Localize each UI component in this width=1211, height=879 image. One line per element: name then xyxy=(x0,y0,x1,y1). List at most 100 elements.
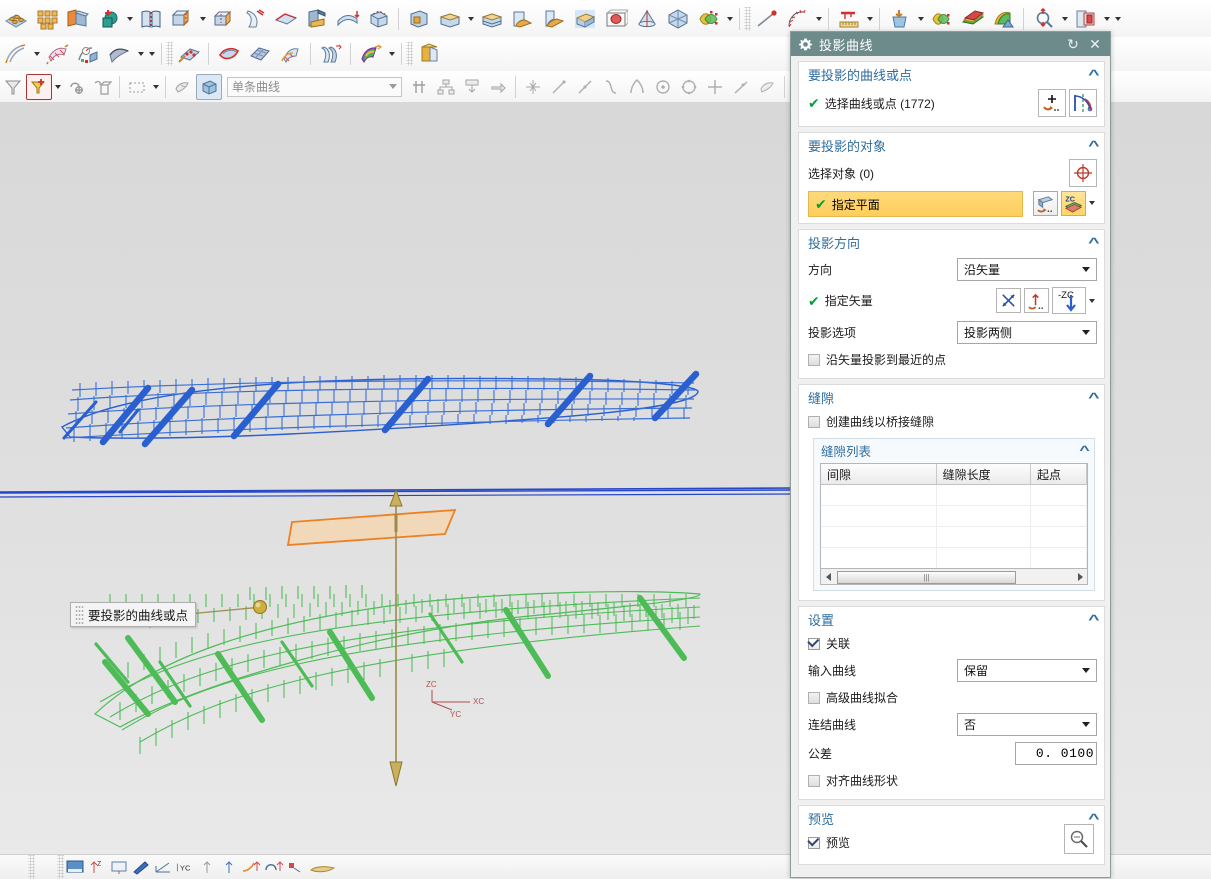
chevron-up-icon-2[interactable]: ^ xyxy=(1089,138,1100,153)
statusbar-grip-icon[interactable] xyxy=(28,855,35,879)
ruled-surface-dropdown-arrow[interactable] xyxy=(135,42,146,66)
swept-surface-icon[interactable] xyxy=(42,40,73,69)
snap-arc-center-icon[interactable] xyxy=(650,74,676,100)
checkbox-box-advanced-fit[interactable] xyxy=(808,691,820,704)
section-header-direction[interactable]: 投影方向 ^ xyxy=(799,230,1104,254)
ruled-surface-icon[interactable] xyxy=(104,40,135,69)
rainbow-slab-icon[interactable] xyxy=(957,4,988,33)
gap-list-header[interactable]: 缝隙列表 ^ xyxy=(814,439,1094,461)
gap-list-table[interactable]: 间隙 缝隙长度 起点 xyxy=(820,463,1088,569)
checkbox-box-nearest[interactable] xyxy=(808,353,820,366)
scroll-left-arrow-icon[interactable] xyxy=(821,570,835,583)
vector-type-dropdown-arrow[interactable] xyxy=(1086,288,1097,313)
bend-surface-icon[interactable] xyxy=(332,4,363,33)
fill-dropdown-arrow[interactable] xyxy=(915,7,926,31)
input-curve-dropdown[interactable]: 保留 xyxy=(957,659,1097,682)
filter-funnel-icon[interactable] xyxy=(0,74,26,100)
cube-center-icon[interactable] xyxy=(600,4,631,33)
join-curve-dropdown[interactable]: 否 xyxy=(957,713,1097,736)
specify-plane-row[interactable]: ✔ 指定平面 xyxy=(808,191,1023,217)
surface-toolbar-grip-2[interactable] xyxy=(406,42,413,66)
wcs-dynamics-icon[interactable] xyxy=(89,74,115,100)
flange-icon[interactable] xyxy=(538,4,569,33)
chevron-up-icon-5[interactable]: ^ xyxy=(1079,443,1090,457)
target-point-icon[interactable] xyxy=(1069,159,1097,187)
chain-within-icon[interactable] xyxy=(459,74,485,100)
curve-arrow-icon[interactable] xyxy=(240,857,262,877)
snap-midpoint-icon[interactable] xyxy=(572,74,598,100)
toolbar-grip[interactable] xyxy=(744,6,751,31)
box-hole-icon[interactable] xyxy=(403,4,434,33)
associative-checkbox[interactable]: 关联 xyxy=(799,631,1104,656)
gap-table-hscrollbar[interactable] xyxy=(820,569,1088,585)
surface-continuity-icon[interactable] xyxy=(926,4,957,33)
add-sketch-dropdown-arrow[interactable] xyxy=(124,7,135,31)
draft-body-dropdown-arrow[interactable] xyxy=(465,7,476,31)
cone-axis-icon[interactable] xyxy=(631,4,662,33)
follow-fillet-icon[interactable] xyxy=(485,74,511,100)
advanced-fit-checkbox[interactable]: 高级曲线拟合 xyxy=(799,685,1104,710)
minus-zc-vector-icon[interactable]: -ZC xyxy=(1052,287,1086,314)
radiate-dropdown-arrow[interactable] xyxy=(813,7,824,31)
deform-body-icon[interactable] xyxy=(693,4,724,33)
move-object-icon[interactable] xyxy=(63,74,89,100)
surface-toolbar-overflow-arrow[interactable] xyxy=(146,42,157,66)
z-axis-up-icon[interactable]: Z xyxy=(86,857,108,877)
select-curve-plus-icon[interactable] xyxy=(1038,89,1066,117)
column-header-gap-length[interactable]: 缝隙长度 xyxy=(937,464,1031,484)
table-row[interactable] xyxy=(821,548,1087,568)
tolerance-input[interactable]: 0. 0100 xyxy=(1015,742,1097,765)
checkbox-box-preview[interactable] xyxy=(808,836,820,849)
law-extension-icon[interactable] xyxy=(73,40,104,69)
snap-intersection-icon[interactable] xyxy=(624,74,650,100)
sheet-bend-icon[interactable] xyxy=(239,4,270,33)
emboss-icon[interactable] xyxy=(166,4,197,33)
chevron-up-icon-3[interactable]: ^ xyxy=(1089,235,1100,250)
sheet-metal-icon[interactable] xyxy=(0,4,31,33)
snap-control-point-icon[interactable] xyxy=(598,74,624,100)
offset-region-icon[interactable] xyxy=(208,4,239,33)
dialog-title-bar[interactable]: 投影曲线 ↻ ✕ xyxy=(791,32,1110,56)
snap-on-curve-icon[interactable] xyxy=(702,74,728,100)
snap-endpoint-icon[interactable] xyxy=(546,74,572,100)
table-surface-icon[interactable] xyxy=(569,4,600,33)
extrude-face-icon[interactable] xyxy=(413,40,444,69)
section-header-gap[interactable]: 缝隙 ^ xyxy=(799,385,1104,409)
section-header-objects[interactable]: 要投影的对象 ^ xyxy=(799,133,1104,157)
scrollbar-thumb[interactable] xyxy=(837,571,1016,584)
statusbar-grip-icon-2[interactable] xyxy=(57,855,64,879)
selection-rect-dropdown-arrow[interactable] xyxy=(150,75,161,99)
reset-button[interactable]: ↻ xyxy=(1062,34,1084,54)
zoom-extent-icon[interactable] xyxy=(1028,4,1059,33)
checkbox-box-align-shape[interactable] xyxy=(808,774,820,787)
scrollbar-track[interactable] xyxy=(835,570,1073,584)
add-sketch-icon[interactable] xyxy=(93,4,124,33)
snap-quadrant-icon[interactable] xyxy=(676,74,702,100)
emboss-dropdown-arrow[interactable] xyxy=(197,7,208,31)
projection-option-dropdown[interactable]: 投影两侧 xyxy=(957,320,1097,344)
section-header-curves[interactable]: 要投影的曲线或点 ^ xyxy=(799,62,1104,86)
plane-dialog-icon[interactable] xyxy=(1033,190,1058,216)
folder-layer-icon[interactable] xyxy=(306,857,340,877)
display-part-dropdown-arrow[interactable] xyxy=(1101,7,1112,31)
bridge-gap-checkbox[interactable]: 创建曲线以桥接缝隙 xyxy=(799,409,1104,434)
draft-body-icon[interactable] xyxy=(434,4,465,33)
rib-icon[interactable] xyxy=(301,4,332,33)
book-pages-icon[interactable] xyxy=(135,4,166,33)
surface-toolbar-grip[interactable] xyxy=(166,42,173,66)
chevron-up-icon[interactable]: ^ xyxy=(1089,67,1100,82)
arrow-up-icon[interactable] xyxy=(218,857,240,877)
curve-rule-icon[interactable] xyxy=(1069,89,1097,117)
studio-surface-icon[interactable] xyxy=(275,40,306,69)
zoom-dropdown-arrow[interactable] xyxy=(1059,7,1070,31)
stop-at-intersection-icon[interactable] xyxy=(407,74,433,100)
chevron-up-icon-4[interactable]: ^ xyxy=(1089,390,1100,405)
checkbox-box-bridge[interactable] xyxy=(808,415,820,428)
column-header-start-point[interactable]: 起点 xyxy=(1031,464,1087,484)
trim-sheet-icon[interactable] xyxy=(173,40,204,69)
align-shape-checkbox[interactable]: 对齐曲线形状 xyxy=(799,768,1104,793)
radiate-analysis-icon[interactable] xyxy=(782,4,813,33)
measure-ruler-icon[interactable] xyxy=(833,4,864,33)
sheet-fold-icon[interactable] xyxy=(507,4,538,33)
extrude-icon[interactable] xyxy=(62,4,93,33)
